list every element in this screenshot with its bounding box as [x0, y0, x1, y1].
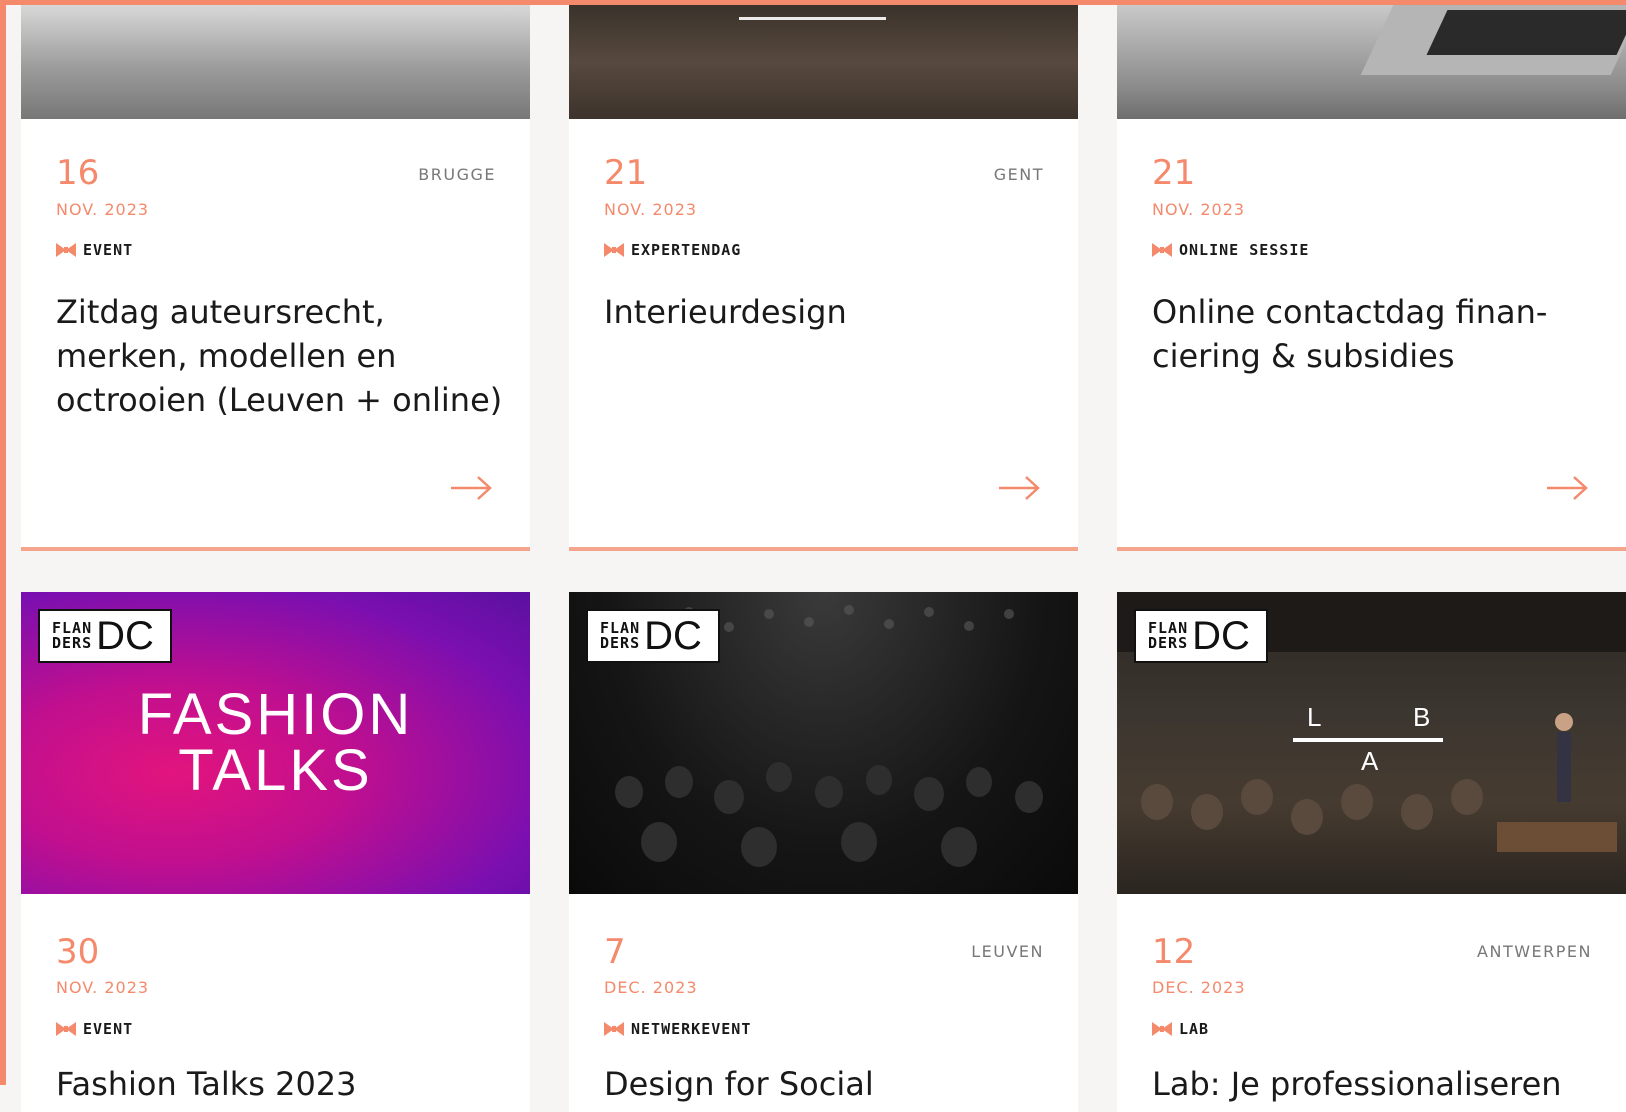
image-highlight	[739, 17, 886, 20]
event-day: 16	[56, 153, 100, 193]
event-type-label: NETWERKEVENT	[631, 1020, 752, 1038]
flanders-dc-logo: FLAN DERS DC	[38, 609, 172, 663]
bowtie-icon	[604, 1022, 624, 1036]
event-month-year: NOV. 2023	[56, 978, 150, 997]
event-type-tag: NETWERKEVENT	[604, 1020, 751, 1038]
event-month-year: NOV. 2023	[56, 200, 150, 219]
event-card[interactable]: FLAN DERS DC 7 DEC. 2023 LEUVEN NETWERKE…	[569, 592, 1078, 1112]
event-type-label: EVENT	[83, 241, 134, 259]
image-headline: FASHION TALKS	[137, 682, 414, 803]
event-title[interactable]: Zitdag auteursrecht, merken, modellen en…	[56, 290, 506, 422]
event-month-year: DEC. 2023	[1152, 978, 1246, 997]
event-thumbnail-image	[1117, 5, 1626, 119]
event-month-year: NOV. 2023	[1152, 200, 1246, 219]
event-city: GENT	[993, 165, 1044, 184]
arrow-right-icon[interactable]	[450, 475, 492, 501]
event-type-label: ONLINE SESSIE	[1179, 241, 1310, 259]
event-city: LEUVEN	[971, 942, 1044, 961]
bowtie-icon	[1152, 243, 1172, 257]
event-day: 12	[1152, 932, 1196, 972]
event-day: 30	[56, 932, 100, 972]
event-city: BRUGGE	[418, 165, 496, 184]
event-type-tag: LAB	[1152, 1020, 1209, 1038]
event-title[interactable]: Design for Social	[604, 1062, 1054, 1106]
event-thumbnail-image	[569, 5, 1078, 119]
arrow-right-icon[interactable]	[998, 475, 1040, 501]
event-type-tag: ONLINE SESSIE	[1152, 241, 1309, 259]
event-thumbnail-image: FLAN DERS DC FASHION TALKS	[21, 592, 530, 894]
event-day: 21	[604, 153, 648, 193]
event-card[interactable]: 21 NOV. 2023 ONLINE SESSIE Online contac…	[1117, 5, 1626, 551]
event-card[interactable]: 21 NOV. 2023 GENT EXPERTENDAG Interieurd…	[569, 5, 1078, 551]
bowtie-icon	[604, 243, 624, 257]
flanders-dc-logo: FLAN DERS DC	[1134, 609, 1268, 663]
event-city: ANTWERPEN	[1477, 942, 1592, 961]
event-month-year: NOV. 2023	[604, 200, 698, 219]
flanders-dc-logo: FLAN DERS DC	[586, 609, 720, 663]
bowtie-icon	[56, 243, 76, 257]
event-title[interactable]: Lab: Je professionaliseren	[1152, 1062, 1602, 1106]
event-thumbnail-image: FLAN DERS DC	[569, 592, 1078, 894]
event-title[interactable]: Fashion Talks 2023	[56, 1062, 506, 1106]
event-month-year: DEC. 2023	[604, 978, 698, 997]
event-thumbnail-image	[21, 5, 530, 119]
event-type-label: EVENT	[83, 1020, 134, 1038]
event-type-label: EXPERTENDAG	[631, 241, 742, 259]
bowtie-icon	[1152, 1022, 1172, 1036]
laptop-keyboard	[1426, 10, 1626, 55]
event-type-tag: EVENT	[56, 241, 133, 259]
lab-sign: L B A	[1293, 702, 1443, 776]
event-type-tag: EXPERTENDAG	[604, 241, 741, 259]
event-type-tag: EVENT	[56, 1020, 133, 1038]
accent-frame-left	[0, 0, 6, 1085]
event-card[interactable]: FLAN DERS DC L B A 12 DEC. 2023 ANTWERPE…	[1117, 592, 1626, 1112]
event-thumbnail-image: FLAN DERS DC L B A	[1117, 592, 1626, 894]
event-title[interactable]: Interieurdesign	[604, 290, 1054, 334]
arrow-right-icon[interactable]	[1546, 475, 1588, 501]
event-card[interactable]: 16 NOV. 2023 BRUGGE EVENT Zitdag auteurs…	[21, 5, 530, 551]
event-card[interactable]: FLAN DERS DC FASHION TALKS 30 NOV. 2023 …	[21, 592, 530, 1112]
bowtie-icon	[56, 1022, 76, 1036]
event-type-label: LAB	[1179, 1020, 1210, 1038]
event-day: 7	[604, 932, 626, 972]
event-title[interactable]: Online contactdag finan-ciering & subsid…	[1152, 290, 1602, 378]
event-day: 21	[1152, 153, 1196, 193]
